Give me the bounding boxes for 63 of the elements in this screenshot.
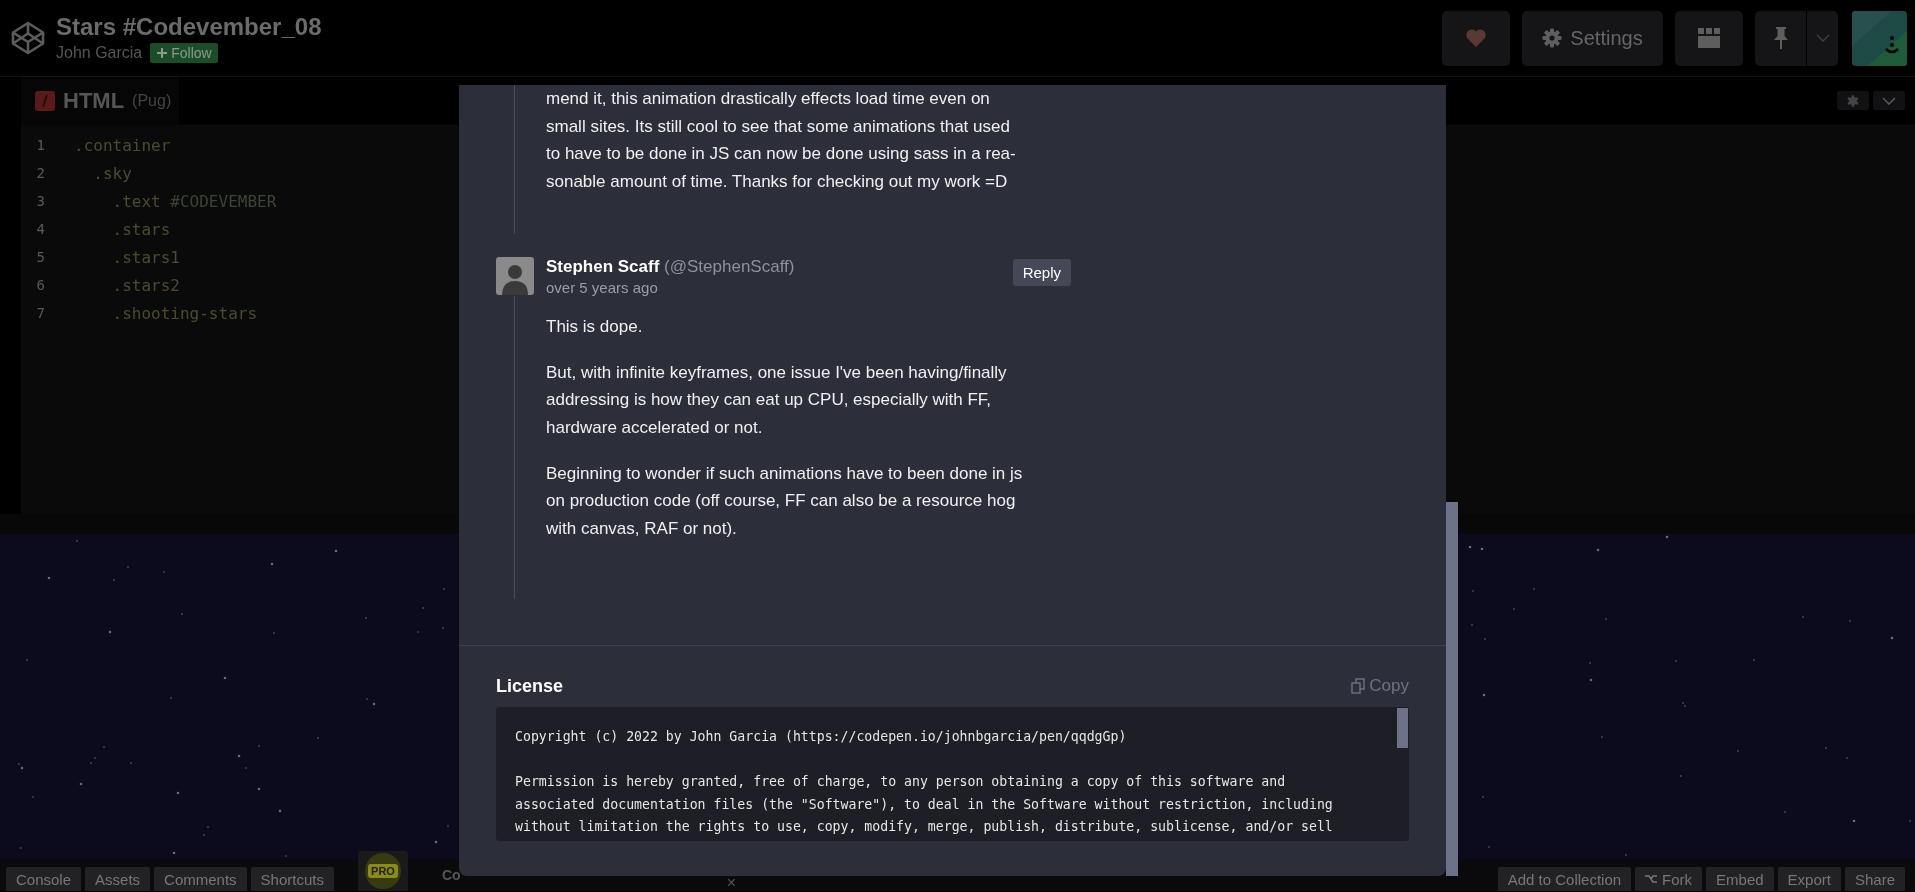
pin-button[interactable] — [1755, 10, 1807, 66]
footer-text: Co — [441, 867, 461, 883]
heart-icon — [1465, 28, 1487, 48]
layout-button[interactable] — [1675, 10, 1743, 66]
reply-button[interactable]: Reply — [1012, 258, 1071, 286]
scrollbar-thumb[interactable] — [1397, 708, 1408, 748]
pro-badge[interactable]: PRO — [364, 853, 401, 889]
close-icon[interactable]: × — [726, 875, 736, 891]
footer-button[interactable]: Add to Collection — [1497, 867, 1632, 891]
line-number: 6 — [35, 277, 45, 293]
fork-icon — [1645, 874, 1658, 884]
footer-tab[interactable]: Assets — [85, 867, 151, 891]
footer-button[interactable]: Share — [1844, 867, 1905, 891]
html-icon — [35, 91, 55, 111]
line-number: 3 — [35, 193, 45, 209]
line-number: 1 — [35, 137, 45, 153]
copy-button[interactable]: Copy — [1351, 676, 1409, 696]
footer-tab[interactable]: Shortcuts — [250, 867, 334, 891]
license-paragraph: Copyright (c) 2022 by John Garcia (https://codepen.io/johnbgarcia/pen/qqdgGp) — [515, 728, 1128, 746]
code-line: .sky — [92, 163, 132, 183]
user-avatar[interactable] — [1852, 10, 1907, 66]
footer-button[interactable]: Fork — [1635, 867, 1703, 891]
commenter-name[interactable]: Stephen Scaff (@StephenScaff) — [546, 256, 1013, 277]
author-link[interactable]: John Garcia — [56, 44, 143, 62]
code-line: .stars1 — [111, 247, 180, 267]
avatar[interactable] — [496, 256, 534, 295]
pin-icon — [1772, 27, 1789, 49]
settings-icon — [1542, 28, 1563, 48]
line-number: 2 — [35, 165, 45, 181]
scrollbar-thumb[interactable] — [1446, 502, 1458, 876]
layout-icon — [1698, 28, 1720, 48]
pen-title: Stars #Codevember_08 — [56, 13, 322, 41]
settings-button[interactable] — [1837, 91, 1869, 110]
logo-icon[interactable] — [10, 20, 46, 56]
settings-button[interactable]: Settings — [1522, 10, 1663, 66]
code-line: .container — [74, 135, 171, 155]
html-tab[interactable]: HTML (Pug) — [21, 77, 179, 125]
comment-paragraph: mend it, this animation drastically effects load time even on small sites. Its still cool to see that some animations that used to have to be done in JS can now be done using sass in a rea- sonable amount of time. Thanks for checking out my work =D — [546, 88, 1017, 194]
comment-time: over 5 years ago — [546, 278, 659, 296]
code-line: .stars — [111, 219, 171, 239]
footer-button[interactable]: Export — [1777, 867, 1841, 891]
code-line: .text #CODEVEMBER — [111, 191, 277, 211]
follow-button[interactable]: Follow — [150, 43, 218, 63]
chevron-down-icon — [1882, 96, 1896, 105]
line-number: 4 — [35, 221, 45, 237]
license-title: License — [496, 675, 564, 697]
code-line: .shooting-stars — [111, 303, 258, 323]
collapse-button[interactable] — [1873, 91, 1905, 110]
line-number: 7 — [35, 305, 45, 321]
comment-paragraph: Beginning to wonder if such animations have to been done in js on production code (off course, FF can also be a resource hog with canvas, RAF or not). — [546, 462, 1024, 541]
plus-icon — [156, 47, 169, 59]
copy-icon — [1351, 678, 1366, 694]
line-number: 5 — [35, 249, 45, 265]
footer-tab[interactable]: Console — [6, 867, 82, 891]
comment-paragraph: This is dope. — [546, 315, 644, 338]
license-paragraph: Permission is hereby granted, free of charge, to any person obtaining a copy of this software and associated documentation files (the "Software"), to deal in the Software without restriction, including without limitation the rights to use, copy, modify, merge, publish, distribute, sublicense, and/or sell — [515, 773, 1334, 836]
footer-tab[interactable]: Comments — [154, 867, 247, 891]
footer-button[interactable]: Embed — [1706, 867, 1774, 891]
code-line: .stars2 — [111, 275, 180, 295]
heart-button[interactable] — [1442, 10, 1510, 66]
chevron-down-icon — [1815, 34, 1830, 42]
comment-paragraph: But, with infinite keyframes, one issue I've been having/finally addressing is how they can eat up CPU, especially with FF, hardware accelerated or not. — [546, 361, 1008, 439]
settings-icon — [1847, 94, 1859, 107]
